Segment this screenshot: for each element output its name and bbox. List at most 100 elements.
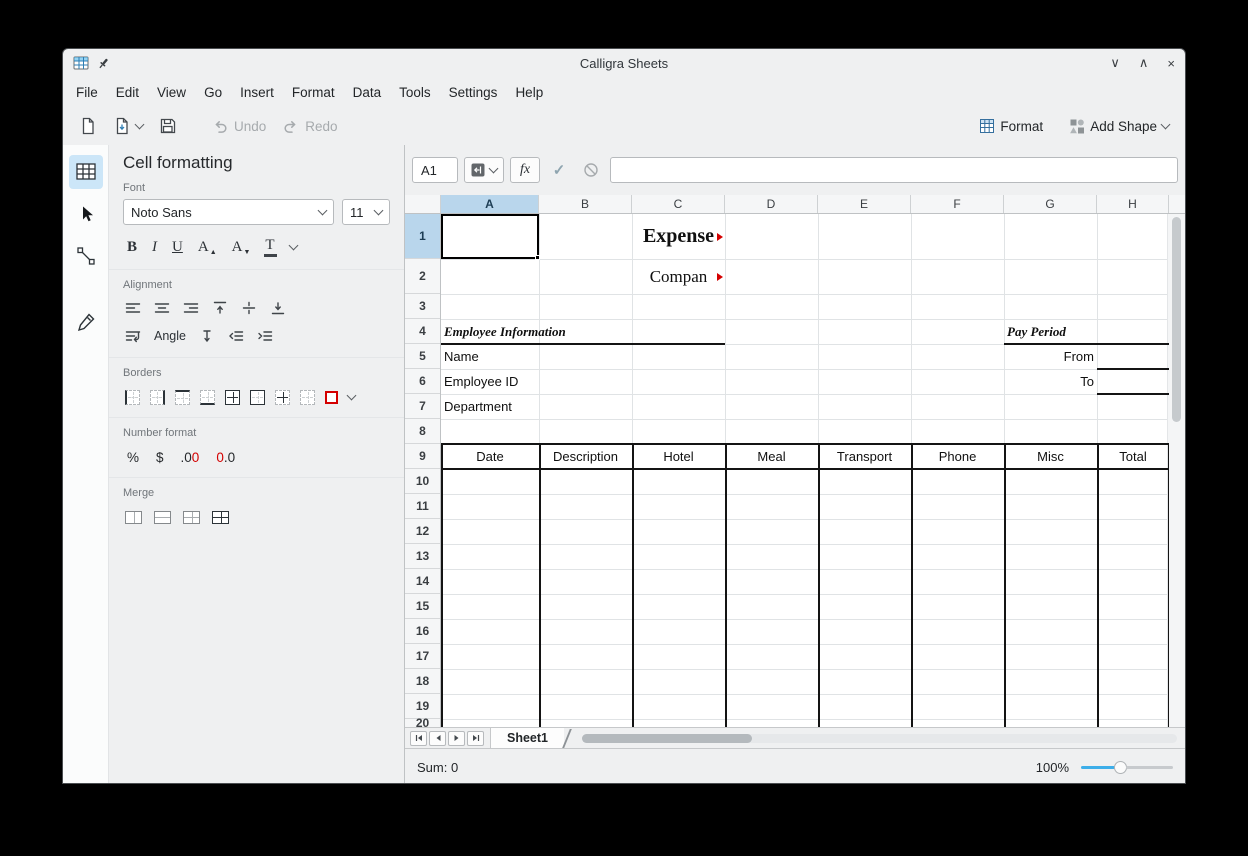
cell-c1[interactable]: Expense <box>632 214 725 259</box>
redo-button[interactable]: Redo <box>276 113 343 139</box>
wrap-text-button[interactable] <box>125 328 141 344</box>
merge-cells-button[interactable] <box>125 511 142 524</box>
grid-body[interactable]: 1 2 3 4 5 6 7 8 9 10 11 12 13 14 <box>405 214 1185 727</box>
menu-edit[interactable]: Edit <box>107 82 148 103</box>
superscript-button[interactable]: A▲ <box>198 239 217 256</box>
row-header-12[interactable]: 12 <box>405 519 440 544</box>
merge-horizontal-button[interactable] <box>154 511 171 524</box>
cell-a4[interactable]: Employee Information <box>441 319 661 344</box>
table-header-total[interactable]: Total <box>1097 444 1169 469</box>
vertical-scrollbar[interactable] <box>1167 214 1185 727</box>
row-header-20[interactable]: 20 <box>405 719 440 727</box>
column-header-h[interactable]: H <box>1097 195 1169 213</box>
vertical-text-button[interactable] <box>199 328 215 344</box>
decrease-precision-button[interactable]: 0.0 <box>216 450 235 465</box>
cell-a6[interactable]: Employee ID <box>441 369 591 394</box>
row-header-16[interactable]: 16 <box>405 619 440 644</box>
save-button[interactable] <box>153 113 183 139</box>
window-maximize-button[interactable]: ∧ <box>1139 55 1149 71</box>
underline-button[interactable]: U <box>172 239 183 256</box>
menu-view[interactable]: View <box>148 82 195 103</box>
border-left-button[interactable] <box>125 390 140 405</box>
selection-list-button[interactable] <box>464 157 504 183</box>
text-color-button[interactable]: T <box>265 237 274 257</box>
column-header-e[interactable]: E <box>818 195 911 213</box>
table-header-hotel[interactable]: Hotel <box>632 444 725 469</box>
bold-button[interactable]: B <box>127 239 137 256</box>
row-header-1[interactable]: 1 <box>405 214 440 259</box>
cell-a5[interactable]: Name <box>441 344 591 369</box>
table-header-phone[interactable]: Phone <box>911 444 1004 469</box>
font-family-select[interactable]: Noto Sans <box>123 199 334 225</box>
vertical-scrollbar-thumb[interactable] <box>1172 217 1181 422</box>
align-bottom-button[interactable] <box>270 300 286 316</box>
row-header-6[interactable]: 6 <box>405 369 440 394</box>
row-header-14[interactable]: 14 <box>405 569 440 594</box>
menu-file[interactable]: File <box>67 82 107 103</box>
titlebar[interactable]: Calligra Sheets ∨ ∧ × <box>63 49 1185 77</box>
column-header-b[interactable]: B <box>539 195 632 213</box>
border-top-button[interactable] <box>175 390 190 405</box>
table-header-misc[interactable]: Misc <box>1004 444 1097 469</box>
subscript-button[interactable]: A▼ <box>232 239 251 256</box>
row-header-18[interactable]: 18 <box>405 669 440 694</box>
selected-cell-a1[interactable] <box>441 214 539 259</box>
first-sheet-button[interactable] <box>410 731 427 746</box>
menu-help[interactable]: Help <box>506 82 552 103</box>
row-header-13[interactable]: 13 <box>405 544 440 569</box>
cell-g6[interactable]: To <box>1004 369 1097 394</box>
border-inner-button[interactable] <box>275 390 290 405</box>
angle-button[interactable]: Angle <box>154 329 186 343</box>
menu-insert[interactable]: Insert <box>231 82 283 103</box>
row-header-3[interactable]: 3 <box>405 294 440 319</box>
row-header-4[interactable]: 4 <box>405 319 440 344</box>
horizontal-scrollbar-thumb[interactable] <box>582 734 752 743</box>
italic-button[interactable]: I <box>152 239 157 256</box>
window-minimize-button[interactable]: ∨ <box>1110 55 1120 71</box>
merge-vertical-button[interactable] <box>183 511 200 524</box>
table-header-transport[interactable]: Transport <box>818 444 911 469</box>
border-color-swatch[interactable] <box>325 391 338 404</box>
cell-a7[interactable]: Department <box>441 394 591 419</box>
connector-tool-button[interactable] <box>69 239 103 273</box>
row-header-11[interactable]: 11 <box>405 494 440 519</box>
pin-icon[interactable] <box>96 56 111 71</box>
select-all-corner[interactable] <box>405 195 441 213</box>
dissolve-merge-button[interactable] <box>212 511 229 524</box>
align-middle-button[interactable] <box>241 300 257 316</box>
format-button[interactable]: Format <box>973 114 1049 138</box>
cell-g5[interactable]: From <box>1004 344 1097 369</box>
currency-format-button[interactable]: $ <box>156 450 164 465</box>
menu-format[interactable]: Format <box>283 82 344 103</box>
row-header-10[interactable]: 10 <box>405 469 440 494</box>
formula-input[interactable] <box>610 157 1178 183</box>
table-header-meal[interactable]: Meal <box>725 444 818 469</box>
increase-precision-button[interactable]: .00 <box>181 450 200 465</box>
table-header-description[interactable]: Description <box>539 444 632 469</box>
font-size-select[interactable]: 11 <box>342 199 390 225</box>
border-outline-button[interactable] <box>250 390 265 405</box>
border-right-button[interactable] <box>150 390 165 405</box>
align-center-button[interactable] <box>154 300 170 316</box>
align-right-button[interactable] <box>183 300 199 316</box>
increase-indent-button[interactable] <box>257 328 273 344</box>
menu-go[interactable]: Go <box>195 82 231 103</box>
border-bottom-button[interactable] <box>200 390 215 405</box>
last-sheet-button[interactable] <box>467 731 484 746</box>
decrease-indent-button[interactable] <box>228 328 244 344</box>
open-document-button[interactable] <box>107 113 149 139</box>
cell-c2[interactable]: Compan <box>632 259 725 294</box>
apply-button[interactable]: ✓ <box>546 157 572 183</box>
formula-fx-button[interactable]: fx <box>510 157 540 183</box>
column-header-g[interactable]: G <box>1004 195 1097 213</box>
cell-g4[interactable]: Pay Period <box>1004 319 1124 344</box>
undo-button[interactable]: Undo <box>205 113 272 139</box>
border-all-button[interactable] <box>225 390 240 405</box>
row-header-2[interactable]: 2 <box>405 259 440 294</box>
window-close-button[interactable]: × <box>1167 56 1175 71</box>
row-header-15[interactable]: 15 <box>405 594 440 619</box>
align-left-button[interactable] <box>125 300 141 316</box>
table-header-date[interactable]: Date <box>441 444 539 469</box>
cell-reference-box[interactable]: A1 <box>412 157 458 183</box>
menu-tools[interactable]: Tools <box>390 82 440 103</box>
